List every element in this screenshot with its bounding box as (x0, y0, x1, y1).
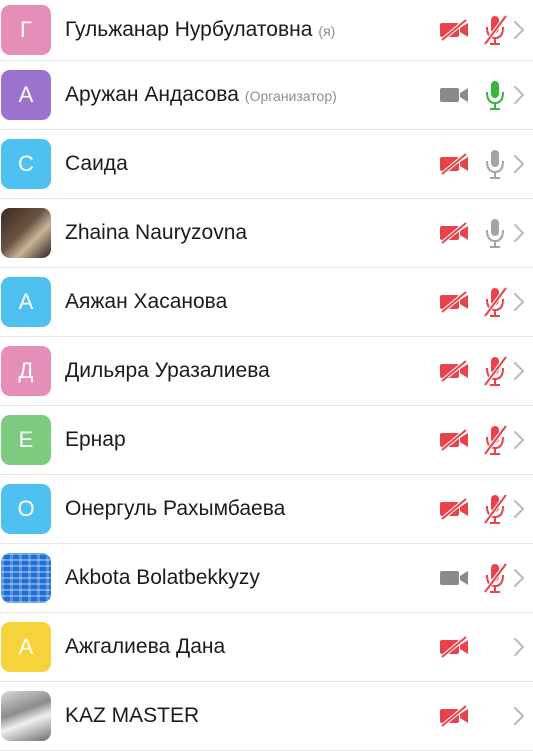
chevron-right-icon[interactable] (512, 290, 526, 314)
chevron-right-icon[interactable] (512, 359, 526, 383)
microphone-off-icon (483, 424, 508, 456)
avatar-initial: А (18, 82, 34, 107)
avatar (1, 208, 51, 258)
participant-row[interactable]: О Онергуль Рахымбаева (0, 475, 533, 544)
participant-name-text: Zhaina Nauryzovna (65, 221, 248, 244)
chevron-right-icon[interactable] (512, 18, 526, 42)
microphone-off-icon (483, 562, 508, 594)
participant-name-text: Ернар (65, 428, 126, 451)
participant-name-text: Саида (65, 152, 128, 175)
avatar: О (1, 484, 51, 534)
video-camera-off-icon (440, 18, 468, 42)
avatar: А (1, 70, 51, 120)
chevron-right-icon[interactable] (512, 152, 526, 176)
participant-role-tag: (я) (318, 23, 336, 39)
avatar: А (1, 622, 51, 672)
video-camera-off-icon (440, 704, 468, 728)
chevron-right-icon[interactable] (512, 83, 526, 107)
microphone-icon (486, 219, 504, 248)
avatar: С (1, 139, 51, 189)
avatar-initial: О (17, 496, 35, 521)
microphone-off-icon (483, 493, 508, 525)
participant-name-text: Akbota Bolatbekkyzy (65, 566, 260, 589)
participant-name: KAZ MASTER (65, 704, 199, 728)
participant-name-text: Аяжан Хасанова (65, 290, 228, 313)
participant-name: Гульжанар Нурбулатовна (я) (65, 18, 335, 42)
avatar (1, 691, 51, 741)
participant-name-text: Гульжанар Нурбулатовна (65, 18, 313, 41)
participant-row[interactable]: Г Гульжанар Нурбулатовна (я) (0, 0, 533, 61)
participant-row[interactable]: А Аружан Андасова (Организатор) (0, 61, 533, 130)
video-camera-icon (440, 571, 468, 585)
video-camera-off-icon (440, 359, 468, 383)
participant-name-text: Дильяра Уразалиева (65, 359, 270, 382)
avatar: Д (1, 346, 51, 396)
participant-row[interactable]: Е Ернар (0, 406, 533, 475)
participant-name: Онергуль Рахымбаева (65, 497, 285, 521)
video-camera-off-icon (440, 290, 468, 314)
participant-name: Саида (65, 152, 128, 176)
video-camera-off-icon (440, 152, 468, 176)
participant-name-text: Аружан Андасова (65, 83, 239, 106)
video-camera-off-icon (440, 635, 468, 659)
participant-role-tag: (Организатор) (244, 88, 337, 104)
participant-name: Akbota Bolatbekkyzy (65, 566, 260, 590)
microphone-off-icon (483, 14, 508, 46)
microphone-icon (486, 150, 504, 179)
participant-name: Ернар (65, 428, 126, 452)
participant-name: Аружан Андасова (Организатор) (65, 83, 337, 107)
participant-row[interactable]: KAZ MASTER (0, 682, 533, 751)
chevron-right-icon[interactable] (512, 704, 526, 728)
microphone-off-icon (483, 355, 508, 387)
avatar (1, 553, 51, 603)
participant-row[interactable]: А Аяжан Хасанова (0, 268, 533, 337)
video-camera-off-icon (440, 221, 468, 245)
participant-row[interactable]: С Саида (0, 130, 533, 199)
participant-name-text: Ажгалиева Дана (65, 635, 226, 658)
participant-row[interactable]: А Ажгалиева Дана (0, 613, 533, 682)
microphone-off-icon (483, 286, 508, 318)
participant-name-text: Онергуль Рахымбаева (65, 497, 286, 520)
participant-row[interactable]: Zhaina Nauryzovna (0, 199, 533, 268)
chevron-right-icon[interactable] (512, 635, 526, 659)
avatar: Г (1, 5, 51, 55)
video-camera-icon (440, 88, 468, 102)
chevron-right-icon[interactable] (512, 497, 526, 521)
participant-row[interactable]: Akbota Bolatbekkyzy (0, 544, 533, 613)
avatar-initial: А (18, 289, 34, 314)
avatar-initial: А (18, 634, 34, 659)
avatar: А (1, 277, 51, 327)
participant-name: Ажгалиева Дана (65, 635, 225, 659)
video-camera-off-icon (440, 497, 468, 521)
participant-name: Аяжан Хасанова (65, 290, 227, 314)
avatar-initial: Д (18, 358, 34, 383)
avatar: Е (1, 415, 51, 465)
microphone-icon (486, 81, 504, 110)
avatar-initial: С (18, 151, 34, 176)
participants-list: Г Гульжанар Нурбулатовна (я) А Аружан Андасо… (0, 0, 533, 751)
participant-row[interactable]: Д Дильяра Уразалиева (0, 337, 533, 406)
participant-name-text: KAZ MASTER (65, 704, 200, 727)
video-camera-off-icon (440, 428, 468, 452)
avatar-initial: Е (18, 427, 34, 452)
chevron-right-icon[interactable] (512, 428, 526, 452)
participant-name: Zhaina Nauryzovna (65, 221, 247, 245)
participant-name: Дильяра Уразалиева (65, 359, 270, 383)
chevron-right-icon[interactable] (512, 566, 526, 590)
chevron-right-icon[interactable] (512, 221, 526, 245)
avatar-initial: Г (20, 17, 32, 42)
